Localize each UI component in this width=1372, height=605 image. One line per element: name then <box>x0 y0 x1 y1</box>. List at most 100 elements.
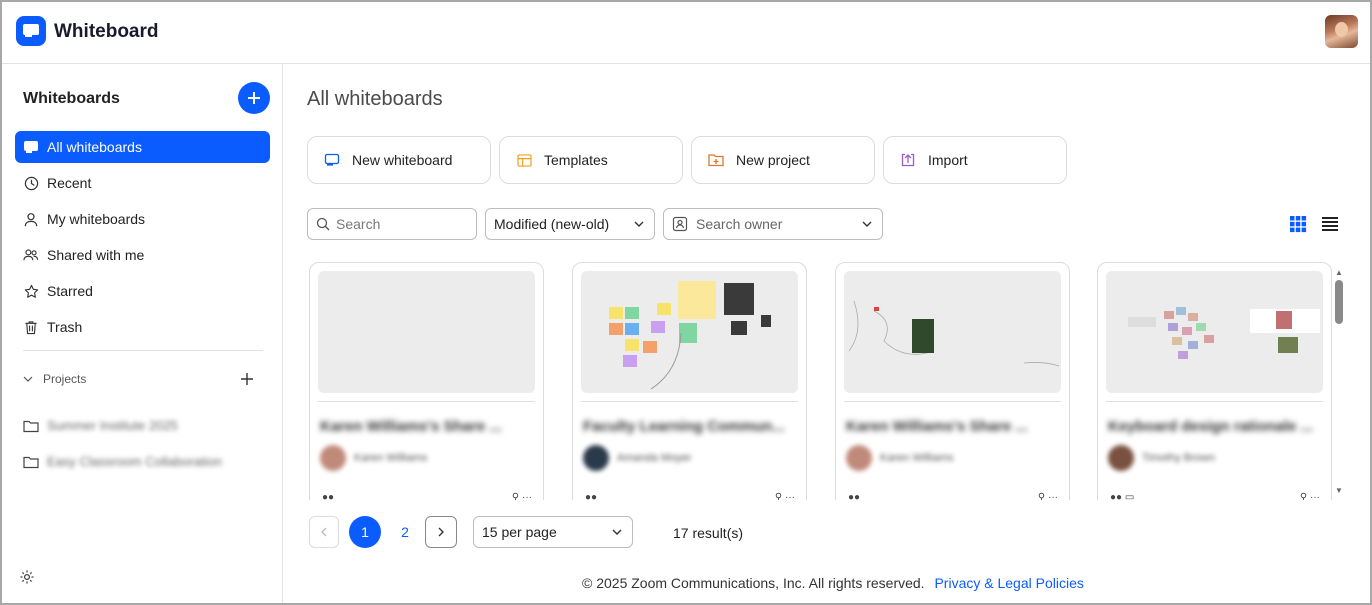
owner-select[interactable]: Search owner <box>663 208 883 240</box>
projects-toggle[interactable]: Projects <box>23 372 86 386</box>
import-icon <box>900 152 916 168</box>
new-project-button[interactable]: New project <box>691 136 875 184</box>
star-icon <box>23 283 39 299</box>
folder-icon <box>23 456 39 468</box>
project-label: Easy Classroom Collaboration <box>47 454 222 469</box>
project-item[interactable]: Easy Classroom Collaboration <box>23 454 222 469</box>
list-view-button[interactable] <box>1321 215 1339 233</box>
action-label: Import <box>928 152 968 168</box>
plus-icon <box>248 92 260 104</box>
whiteboard-grid: Karen Williams's Share ... Karen William… <box>307 260 1347 500</box>
person-icon <box>23 211 39 227</box>
sidebar-item-recent[interactable]: Recent <box>15 167 270 199</box>
scroll-thumb[interactable] <box>1335 280 1343 324</box>
sidebar-title: Whiteboards <box>23 90 120 107</box>
main-content: All whiteboards New whiteboard Templates… <box>284 64 1370 603</box>
card-divider <box>844 401 1061 402</box>
page-title: All whiteboards <box>307 88 443 110</box>
chevron-left-icon <box>321 527 327 537</box>
search-icon <box>316 217 330 231</box>
sidebar-item-all-whiteboards[interactable]: All whiteboards <box>15 131 270 163</box>
scroll-down-arrow[interactable]: ▼ <box>1335 486 1343 495</box>
owner-placeholder: Search owner <box>696 216 783 232</box>
results-count: 17 result(s) <box>673 525 744 541</box>
clock-icon <box>23 175 39 191</box>
sidebar-item-my-whiteboards[interactable]: My whiteboards <box>15 203 270 235</box>
sort-value: Modified (new-old) <box>494 216 610 232</box>
card-owner: Karen Williams <box>320 445 427 471</box>
chevron-down-icon <box>634 221 644 227</box>
action-label: New project <box>736 152 810 168</box>
card-thumbnail[interactable] <box>581 271 798 393</box>
shared-icon: ●● <box>848 492 861 500</box>
shared-icon: ●● <box>585 492 598 500</box>
avatar <box>320 445 346 471</box>
owner-name: Karen Williams <box>354 452 428 464</box>
sidebar-divider <box>23 350 263 351</box>
whiteboard-card[interactable]: Karen Williams's Share ... Karen William… <box>835 262 1070 500</box>
grid-view-button[interactable] <box>1289 215 1307 233</box>
previous-page-button[interactable] <box>309 516 339 548</box>
contact-card-icon <box>672 216 688 232</box>
card-title[interactable]: Keyboard design rationale ... <box>1108 418 1313 435</box>
owner-name: Amanda Moyer <box>617 452 692 464</box>
trash-icon <box>23 319 39 335</box>
card-title[interactable]: Faculty Learning Commun... <box>583 418 785 435</box>
template-icon <box>516 152 532 168</box>
whiteboard-card[interactable]: Keyboard design rationale ... Timothy Br… <box>1097 262 1332 500</box>
app-title[interactable]: Whiteboard <box>54 21 159 43</box>
people-icon <box>23 247 39 263</box>
scrollbar[interactable]: ▲ ▼ <box>1335 268 1343 496</box>
avatar <box>583 445 609 471</box>
plus-icon <box>241 373 253 385</box>
card-divider <box>318 401 535 402</box>
settings-button[interactable] <box>19 569 35 585</box>
user-avatar[interactable] <box>1325 15 1358 48</box>
templates-button[interactable]: Templates <box>499 136 683 184</box>
project-item[interactable]: Summer Institute 2025 <box>23 418 178 433</box>
per-page-select[interactable]: 15 per page <box>473 516 633 548</box>
folder-icon <box>23 420 39 432</box>
sort-select[interactable]: Modified (new-old) <box>485 208 655 240</box>
sidebar-item-label: My whiteboards <box>47 211 146 227</box>
import-button[interactable]: Import <box>883 136 1067 184</box>
whiteboard-card[interactable]: Faculty Learning Commun... Amanda Moyer … <box>572 262 807 500</box>
sidebar-item-label: Trash <box>47 319 83 335</box>
card-thumbnail[interactable] <box>1106 271 1323 393</box>
more-icon[interactable]: ⚲ ··· <box>512 492 532 500</box>
sidebar-item-starred[interactable]: Starred <box>15 275 270 307</box>
search-input[interactable] <box>336 216 466 232</box>
more-icon[interactable]: ⚲ ··· <box>775 492 795 500</box>
card-title[interactable]: Karen Williams's Share ... <box>846 418 1028 435</box>
card-owner: Amanda Moyer <box>583 445 692 471</box>
add-whiteboard-button[interactable] <box>238 82 270 114</box>
page-1-button[interactable]: 1 <box>349 516 381 548</box>
whiteboard-logo-icon[interactable] <box>16 16 46 46</box>
chevron-down-icon <box>862 221 872 227</box>
per-page-value: 15 per page <box>482 524 557 540</box>
more-icon[interactable]: ⚲ ··· <box>1038 492 1058 500</box>
privacy-link[interactable]: Privacy & Legal Policies <box>934 575 1083 591</box>
card-title[interactable]: Karen Williams's Share ... <box>320 418 502 435</box>
next-page-button[interactable] <box>425 516 457 548</box>
action-label: New whiteboard <box>352 152 453 168</box>
grid-icon <box>1290 216 1307 233</box>
card-thumbnail[interactable] <box>844 271 1061 393</box>
whiteboard-card[interactable]: Karen Williams's Share ... Karen William… <box>309 262 544 500</box>
more-icon[interactable]: ⚲ ··· <box>1300 492 1320 500</box>
scroll-up-arrow[interactable]: ▲ <box>1335 268 1343 277</box>
card-thumbnail[interactable] <box>318 271 535 393</box>
footer: © 2025 Zoom Communications, Inc. All rig… <box>582 575 1084 591</box>
new-whiteboard-button[interactable]: New whiteboard <box>307 136 491 184</box>
sidebar-item-trash[interactable]: Trash <box>15 311 270 343</box>
sidebar-item-shared-with-me[interactable]: Shared with me <box>15 239 270 271</box>
chevron-down-icon <box>612 529 622 535</box>
shared-icon: ●● ▭ <box>1110 492 1135 500</box>
avatar <box>846 445 872 471</box>
card-footer: ●● ⚲ ··· <box>322 492 532 500</box>
add-project-button[interactable] <box>238 370 256 388</box>
sidebar-item-label: All whiteboards <box>47 139 142 155</box>
search-field[interactable] <box>307 208 477 240</box>
sidebar: Whiteboards All whiteboards Recent My wh… <box>2 64 283 603</box>
page-2-button[interactable]: 2 <box>389 516 421 548</box>
